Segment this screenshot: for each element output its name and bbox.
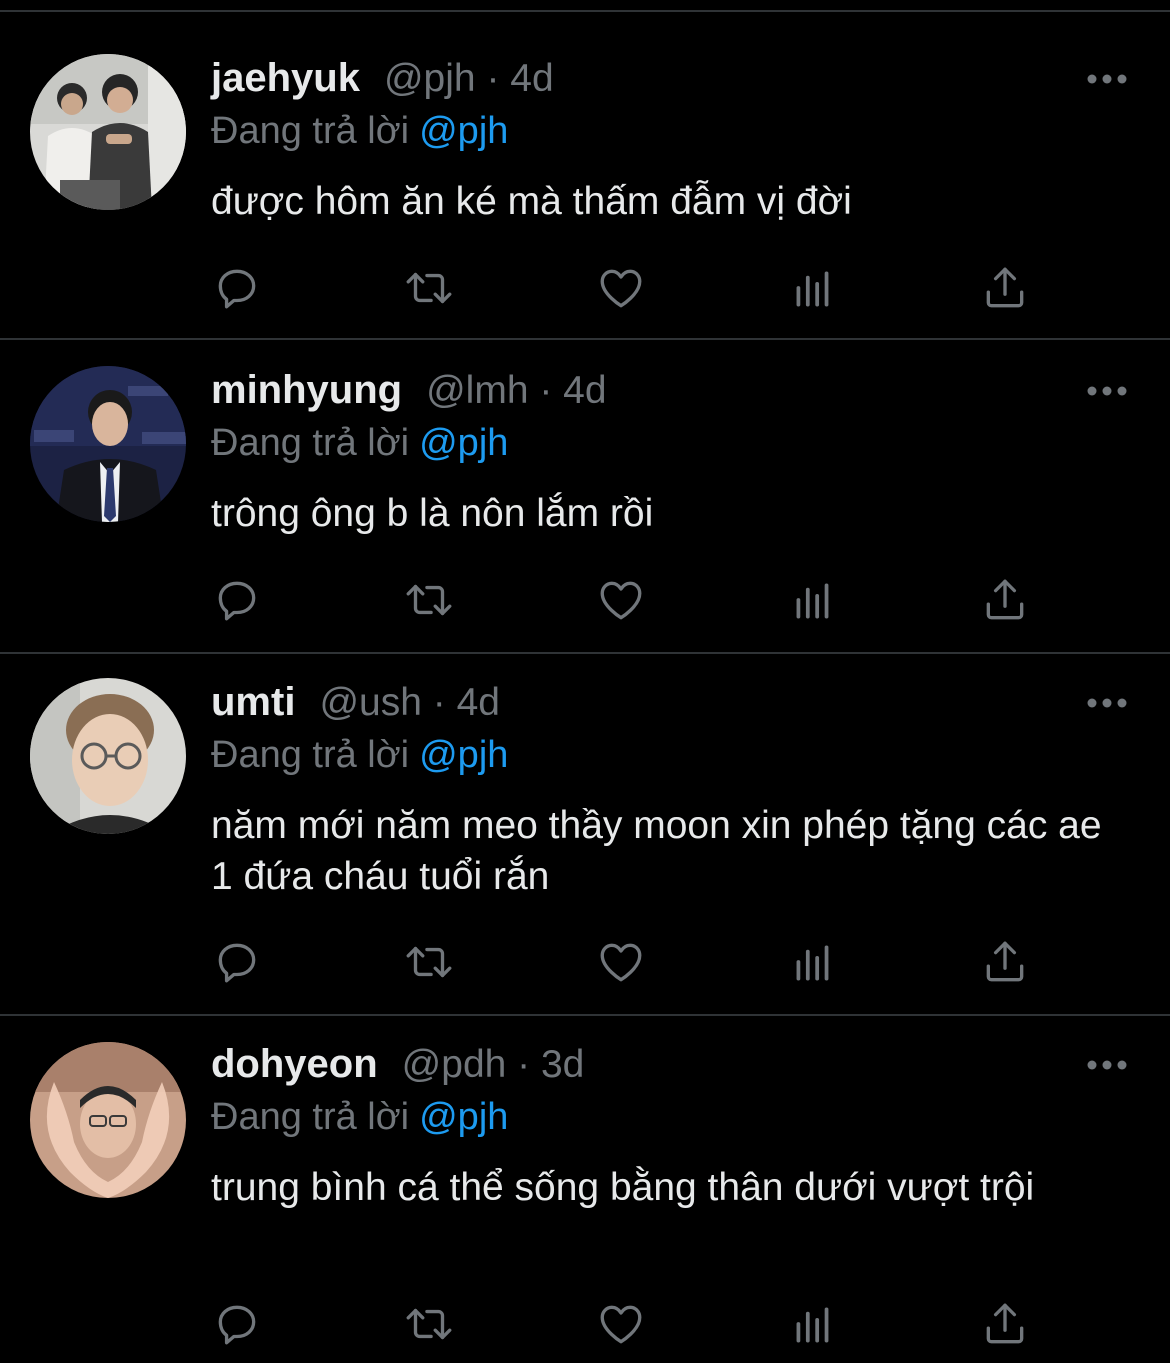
handle-and-time: @pdh · 3d [401, 1043, 585, 1086]
display-name[interactable]: umti [211, 680, 295, 725]
tweet-text: năm mới năm meo thầy moon xin phép tặng … [211, 804, 1102, 898]
replying-to: Đang trả lời @pjh [211, 1096, 508, 1139]
views-button[interactable] [785, 260, 841, 316]
retweet-button[interactable] [401, 260, 457, 316]
share-icon [986, 267, 1024, 308]
tweet-text: được hôm ăn ké mà thấm đẫm vị đời [211, 180, 852, 223]
display-name[interactable]: dohyeon [211, 1042, 378, 1087]
tweet-3[interactable]: umti @ush · 4d Đang trả lời @pjh năm mới … [0, 654, 1170, 1016]
share-icon [986, 579, 1024, 620]
tweet-header: jaehyuk @pjh · 4d [211, 56, 554, 106]
tweet-4[interactable]: dohyeon @pdh · 3d Đang trả lời @pjh trung… [0, 1016, 1170, 1363]
more-button[interactable] [1080, 376, 1134, 406]
avatar-umti[interactable] [30, 678, 186, 834]
reply-button[interactable] [209, 260, 265, 316]
views-icon [796, 1307, 829, 1343]
share-button[interactable] [977, 934, 1033, 990]
replying-label: Đang trả lời [211, 1096, 410, 1138]
retweet-icon [406, 946, 452, 978]
retweet-button[interactable] [401, 572, 457, 628]
retweet-icon [406, 584, 452, 616]
views-icon [796, 271, 829, 307]
handle-and-time: @ush · 4d [319, 681, 500, 724]
like-button[interactable] [593, 260, 649, 316]
handle-and-time: @pjh · 4d [383, 57, 554, 100]
share-button[interactable] [977, 260, 1033, 316]
reply-button[interactable] [209, 1296, 265, 1352]
more-icon [1087, 74, 1127, 84]
tweet-header: minhyung @lmh · 4d [211, 368, 607, 418]
display-name[interactable]: minhyung [211, 368, 402, 413]
action-bar [211, 572, 1051, 632]
reply-icon [218, 581, 256, 621]
more-button[interactable] [1080, 64, 1134, 94]
tweet-text: trung bình cá thể sống bằng thân dưới vư… [211, 1166, 1035, 1209]
reply-icon [218, 1305, 256, 1345]
tweet-header: dohyeon @pdh · 3d [211, 1042, 584, 1092]
share-button[interactable] [977, 1296, 1033, 1352]
replying-label: Đang trả lời [211, 110, 410, 152]
views-icon [796, 583, 829, 619]
replying-mention[interactable]: @pjh [419, 422, 508, 464]
retweet-button[interactable] [401, 1296, 457, 1352]
retweet-icon [406, 272, 452, 304]
reply-button[interactable] [209, 572, 265, 628]
heart-icon [600, 943, 642, 982]
like-button[interactable] [593, 934, 649, 990]
replying-label: Đang trả lời [211, 734, 410, 776]
like-button[interactable] [593, 1296, 649, 1352]
retweet-button[interactable] [401, 934, 457, 990]
more-icon [1087, 386, 1127, 396]
more-icon [1087, 1060, 1127, 1070]
like-button[interactable] [593, 572, 649, 628]
avatar-jaehyuk[interactable] [30, 54, 186, 210]
replying-mention[interactable]: @pjh [419, 734, 508, 776]
reply-icon [218, 269, 256, 309]
views-button[interactable] [785, 1296, 841, 1352]
replying-mention[interactable]: @pjh [419, 1096, 508, 1138]
action-bar [211, 1296, 1051, 1356]
heart-icon [600, 1305, 642, 1344]
retweet-icon [406, 1308, 452, 1340]
replying-mention[interactable]: @pjh [419, 110, 508, 152]
replying-to: Đang trả lời @pjh [211, 422, 508, 465]
share-icon [986, 941, 1024, 982]
action-bar [211, 934, 1051, 994]
tweet-header: umti @ush · 4d [211, 680, 500, 730]
display-name[interactable]: jaehyuk [211, 56, 360, 101]
more-button[interactable] [1080, 1050, 1134, 1080]
heart-icon [600, 269, 642, 308]
views-icon [796, 945, 829, 981]
share-button[interactable] [977, 572, 1033, 628]
views-button[interactable] [785, 572, 841, 628]
tweet-1[interactable]: jaehyuk @pjh · 4d Đang trả lời @pjh được … [0, 12, 1170, 340]
more-icon [1087, 698, 1127, 708]
replying-label: Đang trả lời [211, 422, 410, 464]
action-bar [211, 260, 1051, 320]
heart-icon [600, 581, 642, 620]
handle-and-time: @lmh · 4d [426, 369, 607, 412]
more-button[interactable] [1080, 688, 1134, 718]
tweet-2[interactable]: minhyung @lmh · 4d Đang trả lời @pjh trôn… [0, 340, 1170, 654]
reply-button[interactable] [209, 934, 265, 990]
views-button[interactable] [785, 934, 841, 990]
replying-to: Đang trả lời @pjh [211, 734, 508, 777]
avatar-minhyung[interactable] [30, 366, 186, 522]
tweet-text: trông ông b là nôn lắm rồi [211, 492, 654, 535]
replying-to: Đang trả lời @pjh [211, 110, 508, 153]
avatar-dohyeon[interactable] [30, 1042, 186, 1198]
share-icon [986, 1303, 1024, 1344]
reply-icon [218, 943, 256, 983]
